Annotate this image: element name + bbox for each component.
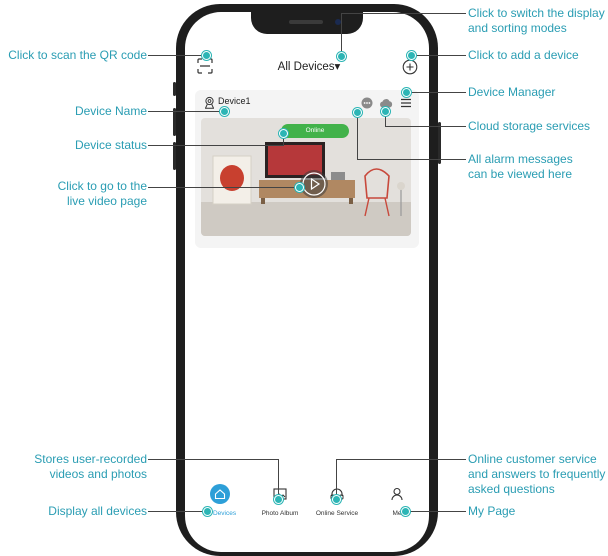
leader-line: [357, 159, 466, 160]
leader-line: [336, 459, 337, 496]
live-video-thumbnail[interactable]: Online: [201, 118, 411, 236]
camera-device-icon: [205, 96, 214, 109]
display-mode-switch[interactable]: All Devices▾: [269, 59, 349, 75]
page-title: All Devices▾: [277, 61, 341, 73]
leader-line: [148, 459, 278, 460]
device-name: Device1: [218, 96, 251, 106]
annotation-my-page: My Page: [468, 504, 516, 518]
leader-line: [336, 459, 466, 460]
leader-line: [416, 55, 466, 56]
annotation-switch-display: Click to switch the display and sorting …: [468, 6, 605, 36]
annotation-marker: [402, 88, 411, 97]
annotation-scan-qr: Click to scan the QR code: [8, 48, 147, 62]
annotation-line-2: live video page: [66, 194, 147, 208]
annotation-line-1: All alarm messages: [468, 152, 573, 166]
annotation-display-all: Display all devices: [48, 504, 147, 518]
annotation-line-2: and answers to frequently: [468, 467, 606, 481]
mute-switch: [173, 82, 176, 96]
annotation-marker: [202, 51, 211, 60]
annotation-marker: [332, 495, 341, 504]
nav-label: Photo Album: [261, 510, 299, 517]
power-button: [438, 122, 441, 164]
nav-photo-album[interactable]: Photo Album: [250, 486, 310, 536]
leader-line: [148, 511, 204, 512]
annotation-line-1: Online customer service: [468, 452, 597, 466]
leader-line: [411, 92, 466, 93]
annotation-device-status: Device status: [74, 138, 147, 152]
annotation-line-2: videos and photos: [49, 467, 147, 481]
leader-line: [148, 187, 296, 188]
scan-icon: [197, 58, 213, 74]
annotation-line-1: Click to switch the display: [468, 6, 605, 20]
notch: [251, 12, 363, 34]
annotation-marker: [295, 183, 304, 192]
leader-line: [357, 111, 358, 159]
annotation-line-2: and sorting modes: [468, 21, 567, 35]
scan-qr-button[interactable]: [197, 58, 213, 74]
leader-line: [148, 55, 203, 56]
leader-line: [148, 145, 283, 146]
play-icon: [302, 172, 326, 196]
nav-online-service[interactable]: Online Service: [307, 486, 367, 536]
volume-down-button: [173, 142, 176, 170]
device-status-badge: Online: [281, 124, 349, 138]
add-device-button[interactable]: [402, 59, 418, 75]
annotation-marker: [279, 129, 288, 138]
annotation-marker: [274, 495, 283, 504]
leader-line: [341, 13, 466, 14]
leader-line: [278, 459, 279, 496]
phone-screen: All Devices▾ Device1 Online All Devices …: [185, 12, 429, 552]
annotation-device-manager: Device Manager: [468, 85, 556, 99]
annotation-live-video: Click to go to the live video page: [2, 179, 147, 209]
leader-line: [148, 111, 220, 112]
annotation-cloud-storage: Cloud storage services: [468, 119, 591, 133]
leader-line: [410, 511, 466, 512]
annotation-alarm-messages: All alarm messages can be viewed here: [468, 152, 573, 182]
annotation-marker: [407, 51, 416, 60]
annotation-marker: [381, 107, 390, 116]
annotation-marker: [203, 507, 212, 516]
volume-up-button: [173, 108, 176, 136]
home-icon: [214, 489, 226, 500]
nav-label: Online Service: [315, 510, 359, 517]
status-text: Online: [305, 127, 325, 134]
annotation-device-name: Device Name: [74, 104, 147, 118]
device-manager-menu-icon[interactable]: [400, 97, 412, 109]
annotation-line-1: Stores user-recorded: [34, 452, 147, 466]
annotation-line-3: asked questions: [468, 482, 555, 496]
speaker: [289, 20, 323, 24]
annotation-stores-recorded: Stores user-recorded videos and photos: [2, 452, 147, 482]
plus-circle-icon: [402, 59, 418, 75]
annotation-line-2: can be viewed here: [468, 167, 573, 181]
annotation-line-1: Click to go to the: [57, 179, 147, 193]
annotation-marker: [337, 52, 346, 61]
leader-line: [341, 13, 342, 53]
person-icon: [391, 487, 403, 501]
annotation-marker: [401, 507, 410, 516]
leader-line: [385, 126, 466, 127]
annotation-marker: [220, 107, 229, 116]
alarm-message-icon[interactable]: [361, 97, 373, 109]
annotation-add-device: Click to add a device: [468, 48, 579, 62]
play-button[interactable]: [300, 170, 328, 198]
annotation-marker: [353, 108, 362, 117]
annotation-online-service: Online customer service and answers to f…: [468, 452, 605, 497]
